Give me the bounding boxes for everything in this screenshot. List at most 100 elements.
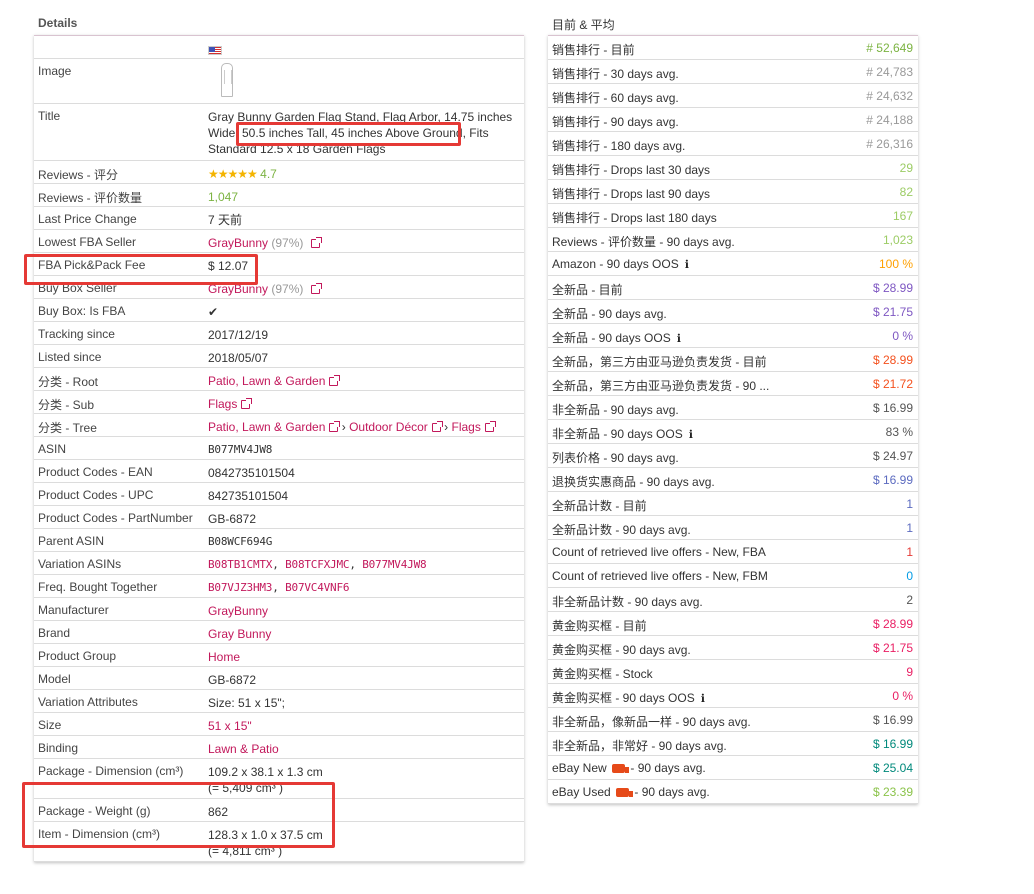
manufacturer-link[interactable]: GrayBunny: [208, 603, 516, 619]
truck-icon: [612, 764, 630, 773]
stats-label-text: 销售排行 - 30 days avg.: [552, 67, 679, 81]
external-link-icon[interactable]: [484, 421, 496, 432]
product-group-row: Product Group Home: [34, 644, 524, 667]
stats-row-value: $ 28.99: [872, 617, 913, 631]
external-link-icon[interactable]: [241, 398, 253, 409]
category-tree-row: 分类 - Tree Patio, Lawn & Garden › Outdoor…: [34, 414, 524, 437]
category-root-link[interactable]: Patio, Lawn & Garden: [208, 374, 325, 388]
stats-row: 全新品，第三方由亚马逊负责发货 - 90 ... $ 21.72: [548, 372, 918, 396]
buybox-fba-label: Buy Box: Is FBA: [38, 304, 126, 318]
stats-row-value: $ 21.75: [872, 641, 913, 655]
stats-row-label: 全新品 - 目前: [552, 281, 623, 298]
brand-link[interactable]: Gray Bunny: [208, 626, 516, 642]
lowest-fba-row: Lowest FBA Seller GrayBunny (97%): [34, 230, 524, 253]
info-icon[interactable]: ℹ: [689, 429, 693, 441]
external-link-icon[interactable]: [310, 237, 322, 248]
stats-row: eBay New - 90 days avg. $ 25.04: [548, 756, 918, 780]
stats-row-value: # 24,632: [866, 89, 913, 103]
reviews-count-label: Reviews - 评价数量: [38, 191, 143, 205]
info-icon[interactable]: ℹ: [677, 333, 681, 345]
category-tree-link-3[interactable]: Flags: [451, 420, 480, 434]
size-row: Size 51 x 15": [34, 713, 524, 736]
variation-asin-link[interactable]: B08TB1CMTX: [208, 558, 272, 571]
external-link-icon[interactable]: [329, 375, 341, 386]
stats-label-text: eBay Used: [552, 785, 611, 799]
stats-row-label: eBay New - 90 days avg.: [552, 761, 706, 775]
ean-label: Product Codes - EAN: [38, 465, 153, 479]
stats-label-text: 全新品计数 - 90 days avg.: [552, 523, 691, 537]
stats-row-label: Amazon - 90 days OOS ℹ: [552, 257, 689, 271]
stats-row: 非全新品，像新品一样 - 90 days avg. $ 16.99: [548, 708, 918, 732]
stats-row-value: 9: [906, 665, 913, 679]
reviews-rating-row: Reviews - 评分 ★★★★★ 4.7: [34, 161, 524, 184]
stats-label-text: 非全新品，像新品一样 - 90 days avg.: [552, 715, 751, 729]
info-icon[interactable]: ℹ: [701, 693, 705, 705]
stats-row: 全新品，第三方由亚马逊负责发货 - 目前 $ 28.99: [548, 348, 918, 372]
stats-label-text: 非全新品 - 90 days OOS: [552, 427, 683, 441]
buybox-seller-link[interactable]: GrayBunny: [208, 282, 268, 296]
size-link[interactable]: 51 x 15": [208, 718, 516, 734]
product-thumbnail-image[interactable]: [221, 63, 233, 97]
stats-label-text: 销售排行 - Drops last 90 days: [552, 187, 711, 201]
stats-row: 销售排行 - Drops last 90 days 82: [548, 180, 918, 204]
stats-label-text: Count of retrieved live offers - New, FB…: [552, 545, 766, 559]
variation-asin-link[interactable]: B08TCFXJMC: [285, 558, 349, 571]
title-value: Gray Bunny Garden Flag Stand, Flag Arbor…: [208, 110, 513, 156]
stats-row-label: 列表价格 - 90 days avg.: [552, 449, 679, 466]
reviews-count-row: Reviews - 评价数量 1,047: [34, 184, 524, 207]
stats-label-suffix: - 90 days avg.: [634, 785, 710, 799]
stats-label-text: 销售排行 - 90 days avg.: [552, 115, 679, 129]
product-group-link[interactable]: Home: [208, 649, 516, 665]
stats-row-label: 全新品，第三方由亚马逊负责发货 - 目前: [552, 353, 767, 370]
binding-link[interactable]: Lawn & Patio: [208, 741, 516, 757]
variation-attributes-label: Variation Attributes: [38, 695, 138, 709]
stats-row-label: 销售排行 - 90 days avg.: [552, 113, 679, 130]
stats-row-label: 销售排行 - Drops last 30 days: [552, 161, 710, 178]
category-sub-label: 分类 - Sub: [38, 398, 95, 412]
stats-row: Count of retrieved live offers - New, FB…: [548, 540, 918, 564]
parent-asin-row: Parent ASIN B08WCF694G: [34, 529, 524, 552]
buybox-pct: (97%): [271, 282, 304, 296]
external-link-icon[interactable]: [329, 421, 341, 432]
listed-since-label: Listed since: [38, 350, 102, 364]
stats-row-label: 黄金购买框 - 目前: [552, 617, 647, 634]
stats-row: 黄金购买框 - 目前 $ 28.99: [548, 612, 918, 636]
tracking-since-label: Tracking since: [38, 327, 115, 341]
stats-row-label: 全新品 - 90 days avg.: [552, 305, 667, 322]
stats-row-label: eBay Used - 90 days avg.: [552, 785, 710, 799]
category-sub-link[interactable]: Flags: [208, 397, 237, 411]
stats-row-value: # 24,188: [866, 113, 913, 127]
external-link-icon[interactable]: [431, 421, 443, 432]
lowest-fba-pct: (97%): [271, 236, 304, 250]
fbt-row: Freq. Bought Together B07VJZ3HM3, B07VC4…: [34, 575, 524, 598]
external-link-icon[interactable]: [310, 283, 322, 294]
stats-label-text: 销售排行 - 180 days avg.: [552, 139, 686, 153]
stats-row: 销售排行 - 30 days avg. # 24,783: [548, 60, 918, 84]
stats-row-value: 100 %: [878, 257, 913, 271]
ean-row: Product Codes - EAN 0842735101504: [34, 460, 524, 483]
image-row: Image: [34, 59, 524, 104]
package-volume-value: (= 5,409 cm³ ): [208, 781, 284, 795]
stats-row: 全新品计数 - 90 days avg. 1: [548, 516, 918, 540]
package-dimension-value: 109.2 x 38.1 x 1.3 cm: [208, 765, 323, 779]
info-icon[interactable]: ℹ: [685, 259, 689, 271]
stats-row-label: 退换货实惠商品 - 90 days avg.: [552, 473, 715, 490]
stats-row-label: 全新品 - 90 days OOS ℹ: [552, 329, 681, 346]
stats-row-value: $ 24.97: [872, 449, 913, 463]
variation-asins-label: Variation ASINs: [38, 557, 122, 571]
stats-row: 黄金购买框 - Stock 9: [548, 660, 918, 684]
lowest-fba-seller-link[interactable]: GrayBunny: [208, 236, 268, 250]
stats-row: 全新品 - 目前 $ 28.99: [548, 276, 918, 300]
category-tree-link-1[interactable]: Patio, Lawn & Garden: [208, 420, 325, 434]
manufacturer-row: Manufacturer GrayBunny: [34, 598, 524, 621]
item-dimension-label: Item - Dimension (cm³): [38, 827, 161, 841]
stats-row-value: 2: [906, 593, 913, 607]
breadcrumb-separator: ›: [444, 420, 449, 434]
stats-row-value: 82: [899, 185, 913, 199]
variation-asin-link[interactable]: B077MV4JW8: [362, 558, 426, 571]
stats-label-text: 全新品 - 90 days avg.: [552, 307, 667, 321]
category-tree-link-2[interactable]: Outdoor Décor: [349, 420, 428, 434]
fbt-asin-link[interactable]: B07VJZ3HM3: [208, 581, 272, 594]
stats-label-text: 列表价格 - 90 days avg.: [552, 451, 679, 465]
fbt-asin-link[interactable]: B07VC4VNF6: [285, 581, 349, 594]
